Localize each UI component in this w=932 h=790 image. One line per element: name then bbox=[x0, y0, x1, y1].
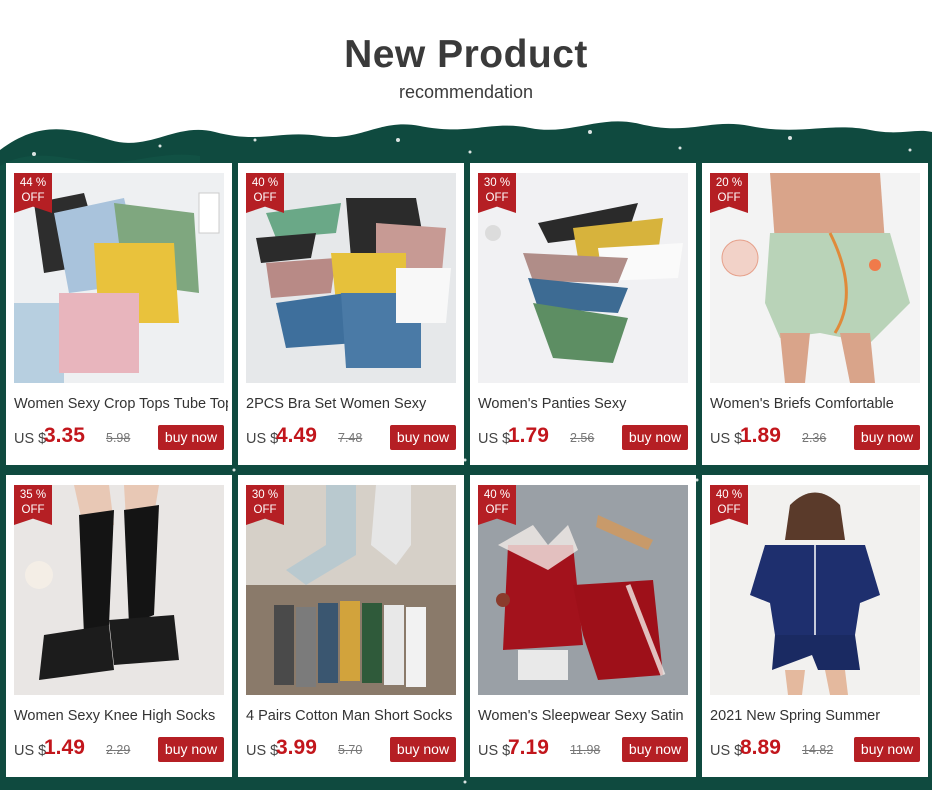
currency-label: US $ bbox=[14, 431, 47, 447]
product-image[interactable]: 40 % OFF bbox=[710, 485, 920, 695]
discount-off-label: OFF bbox=[717, 504, 741, 516]
buy-now-button[interactable]: buy now bbox=[158, 737, 224, 762]
buy-now-button[interactable]: buy now bbox=[390, 425, 456, 450]
product-name[interactable]: 4 Pairs Cotton Man Short Socks bbox=[246, 708, 460, 724]
product-card[interactable]: 44 % OFF Women Sexy Crop Tops Tube Top U… bbox=[6, 163, 232, 465]
sale-price: 1.79 bbox=[508, 424, 549, 447]
currency-label: US $ bbox=[246, 431, 279, 447]
product-image[interactable]: 30 % OFF bbox=[246, 485, 456, 695]
discount-off-label: OFF bbox=[21, 504, 45, 516]
product-grid: 44 % OFF Women Sexy Crop Tops Tube Top U… bbox=[6, 163, 928, 785]
discount-percent: 40 % bbox=[251, 177, 279, 189]
buy-now-button[interactable]: buy now bbox=[854, 425, 920, 450]
buy-now-button[interactable]: buy now bbox=[622, 425, 688, 450]
section-title: New Product bbox=[344, 33, 588, 76]
original-price: 14.82 bbox=[802, 743, 834, 757]
product-card[interactable]: 30 % OFF Women's Panties Sexy US $ 1.79 … bbox=[470, 163, 696, 465]
product-image[interactable]: 20 % OFF bbox=[710, 173, 920, 383]
discount-off-label: OFF bbox=[253, 192, 277, 204]
section-subtitle: recommendation bbox=[398, 82, 534, 102]
product-card[interactable]: 40 % OFF Women's Sleepwear Sexy Satin US… bbox=[470, 475, 696, 777]
buy-now-button[interactable]: buy now bbox=[622, 737, 688, 762]
product-image[interactable]: 40 % OFF bbox=[478, 485, 688, 695]
sale-price: 8.89 bbox=[740, 736, 781, 759]
original-price: 2.29 bbox=[106, 743, 131, 757]
buy-now-button[interactable]: buy now bbox=[854, 737, 920, 762]
discount-off-label: OFF bbox=[21, 192, 45, 204]
currency-label: US $ bbox=[478, 743, 511, 759]
price-row: US $ 1.89 2.36 buy now bbox=[710, 424, 920, 453]
product-card[interactable]: 30 % OFF 4 Pairs Cotton Man Short Socks … bbox=[238, 475, 464, 777]
product-name[interactable]: 2021 New Spring Summer bbox=[710, 708, 924, 724]
discount-off-label: OFF bbox=[717, 192, 741, 204]
currency-label: US $ bbox=[710, 431, 743, 447]
discount-off-label: OFF bbox=[485, 192, 509, 204]
product-card[interactable]: 40 % OFF 2021 New Spring Summer US $ 8.8… bbox=[702, 475, 928, 777]
buy-now-button[interactable]: buy now bbox=[158, 425, 224, 450]
discount-percent: 30 % bbox=[251, 489, 279, 501]
product-name[interactable]: Women's Sleepwear Sexy Satin bbox=[478, 708, 692, 724]
sale-price: 3.99 bbox=[276, 736, 317, 759]
product-name[interactable]: Women Sexy Knee High Socks bbox=[14, 708, 228, 724]
price-row: US $ 4.49 7.48 buy now bbox=[246, 424, 456, 453]
price-row: US $ 8.89 14.82 buy now bbox=[710, 736, 920, 765]
sale-price: 4.49 bbox=[276, 424, 317, 447]
product-image[interactable]: 30 % OFF bbox=[478, 173, 688, 383]
product-name[interactable]: Women Sexy Crop Tops Tube Top bbox=[14, 396, 228, 412]
product-card[interactable]: 35 % OFF Women Sexy Knee High Socks US $… bbox=[6, 475, 232, 777]
currency-label: US $ bbox=[14, 743, 47, 759]
product-image[interactable]: 40 % OFF bbox=[246, 173, 456, 383]
original-price: 2.56 bbox=[570, 431, 595, 445]
discount-percent: 20 % bbox=[715, 177, 743, 189]
price-row: US $ 7.19 11.98 buy now bbox=[478, 736, 688, 765]
original-price: 7.48 bbox=[338, 431, 363, 445]
original-price: 5.70 bbox=[338, 743, 363, 757]
discount-percent: 40 % bbox=[483, 489, 511, 501]
price-row: US $ 1.79 2.56 buy now bbox=[478, 424, 688, 453]
currency-label: US $ bbox=[710, 743, 743, 759]
buy-now-button[interactable]: buy now bbox=[390, 737, 456, 762]
discount-percent: 35 % bbox=[19, 489, 47, 501]
sale-price: 1.49 bbox=[44, 736, 85, 759]
price-row: US $ 3.35 5.98 buy now bbox=[14, 424, 224, 453]
currency-label: US $ bbox=[246, 743, 279, 759]
product-name[interactable]: Women's Panties Sexy bbox=[478, 396, 692, 412]
sale-price: 3.35 bbox=[44, 424, 85, 447]
price-row: US $ 1.49 2.29 buy now bbox=[14, 736, 224, 765]
product-image[interactable]: 44 % OFF bbox=[14, 173, 224, 383]
original-price: 11.98 bbox=[570, 743, 601, 757]
discount-off-label: OFF bbox=[485, 504, 509, 516]
section-header: New Product recommendation bbox=[0, 0, 932, 120]
sale-price: 7.19 bbox=[508, 736, 549, 759]
discount-off-label: OFF bbox=[253, 504, 277, 516]
discount-percent: 40 % bbox=[715, 489, 743, 501]
product-card[interactable]: 40 % OFF 2PCS Bra Set Women Sexy US $ 4.… bbox=[238, 163, 464, 465]
discount-percent: 30 % bbox=[483, 177, 511, 189]
product-name[interactable]: 2PCS Bra Set Women Sexy bbox=[246, 396, 460, 412]
price-row: US $ 3.99 5.70 buy now bbox=[246, 736, 456, 765]
discount-percent: 44 % bbox=[19, 177, 47, 189]
sale-price: 1.89 bbox=[740, 424, 781, 447]
currency-label: US $ bbox=[478, 431, 511, 447]
original-price: 2.36 bbox=[802, 431, 827, 445]
original-price: 5.98 bbox=[106, 431, 131, 445]
product-image[interactable]: 35 % OFF bbox=[14, 485, 224, 695]
product-card[interactable]: 20 % OFF Women's Briefs Comfortable US $… bbox=[702, 163, 928, 465]
product-name[interactable]: Women's Briefs Comfortable bbox=[710, 396, 924, 412]
